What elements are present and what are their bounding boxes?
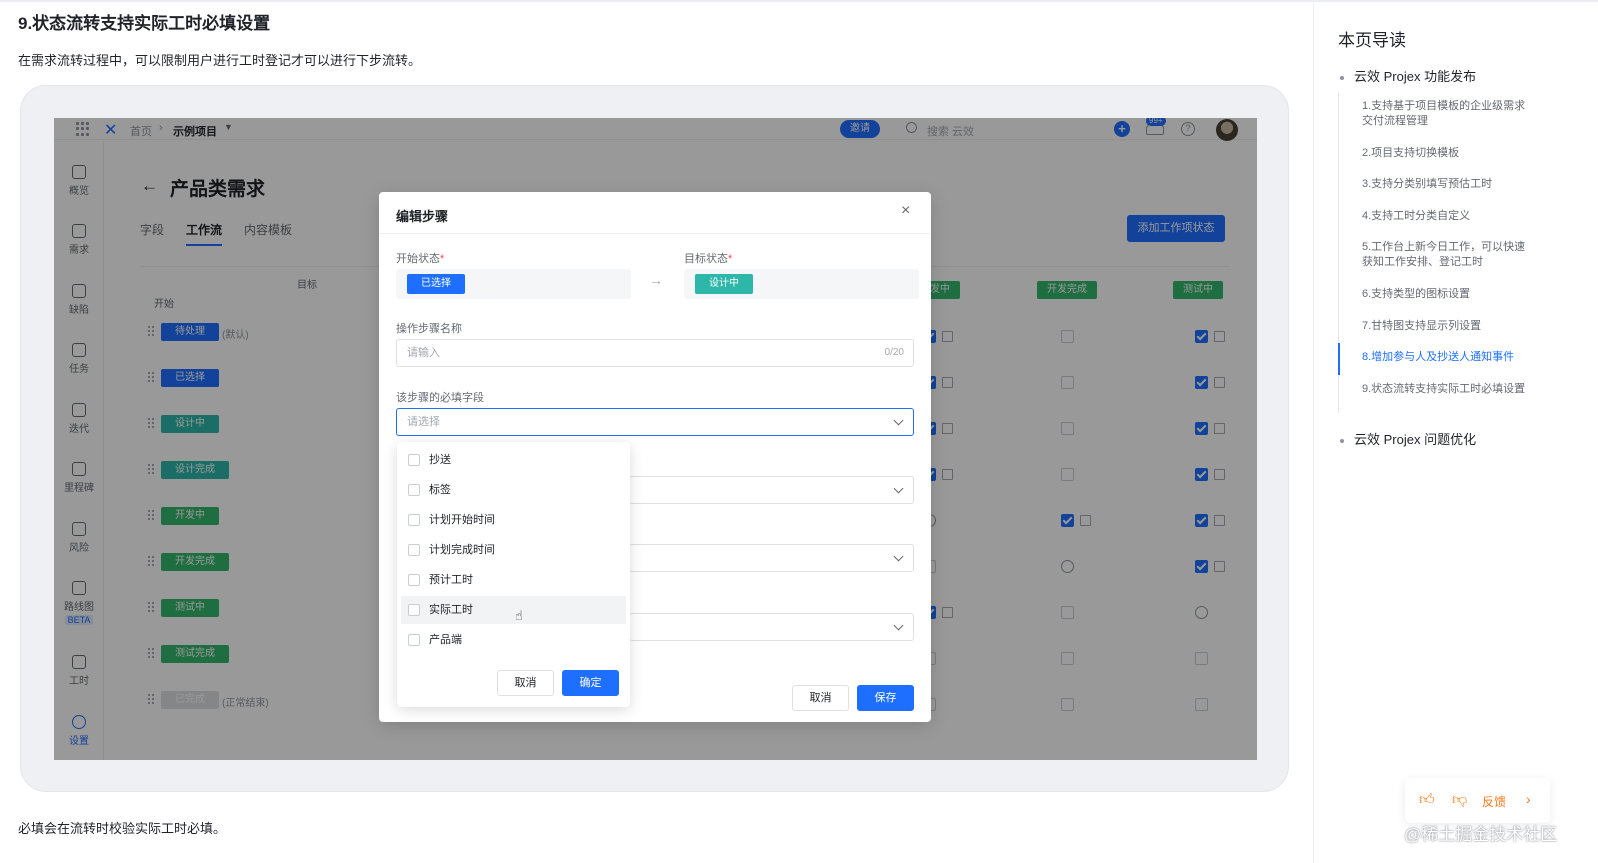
feedback-bar: 👍︎ 👎︎ 反馈 ›: [1405, 778, 1550, 823]
start-state-label-text: 开始状态: [396, 253, 440, 265]
toc-item[interactable]: 7.甘特图支持显示列设置: [1362, 319, 1532, 334]
required-fields-placeholder: 请选择: [407, 416, 440, 428]
toc-title: 本页导读: [1338, 31, 1406, 50]
chevron-down-icon: [893, 551, 904, 562]
toc-item[interactable]: 6.支持类型的图标设置: [1362, 287, 1532, 302]
toc-section-release[interactable]: 云效 Projex 功能发布: [1340, 66, 1476, 85]
chevron-right-icon[interactable]: ›: [1526, 791, 1531, 807]
toc-item[interactable]: 3.支持分类别填写预估工时: [1362, 177, 1532, 192]
watermark: @稀土掘金技术社区: [1404, 825, 1558, 844]
option-cc[interactable]: 抄送: [397, 446, 630, 474]
toc-item[interactable]: 1.支持基于项目模板的企业级需求交付流程管理: [1362, 99, 1532, 129]
bullet-icon: [1340, 438, 1344, 443]
option-label: 抄送: [429, 454, 451, 466]
dialog-title: 编辑步骤: [396, 209, 449, 224]
section-heading: 9.状态流转支持实际工时必填设置: [18, 14, 271, 33]
toc-item-active[interactable]: 8.增加参与人及抄送人通知事件: [1362, 350, 1532, 365]
arrow-right-icon: →: [649, 272, 663, 288]
required-fields-label: 该步骤的必填字段: [396, 392, 484, 404]
select-field[interactable]: [629, 476, 914, 504]
option-label: 实际工时: [429, 604, 473, 616]
dropdown-cancel-button[interactable]: 取消: [497, 670, 554, 696]
option-product[interactable]: 产品端: [397, 626, 630, 654]
projex-app: ✕ 首页 › 示例项目 ▼ 邀请 搜索 云效 + 99+ ? 概览 需求 缺陷 …: [54, 118, 1257, 760]
start-state-field[interactable]: 已选择: [396, 269, 631, 299]
target-state-label-text: 目标状态: [684, 253, 728, 265]
dialog-divider: [379, 233, 931, 234]
select-field[interactable]: [629, 544, 914, 572]
intro-paragraph: 在需求流转过程中，可以限制用户进行工时登记才可以进行下步流转。: [18, 53, 422, 68]
option-label: 计划开始时间: [429, 514, 495, 526]
step-name-label: 操作步骤名称: [396, 323, 462, 335]
chevron-down-icon: [893, 483, 904, 494]
hand-cursor-icon: ☝: [515, 608, 523, 623]
toc-item[interactable]: 9.状态流转支持实际工时必填设置: [1362, 382, 1532, 397]
bullet-icon: [1340, 75, 1344, 80]
dropdown-confirm-button[interactable]: 确定: [562, 670, 619, 696]
checkbox[interactable]: [408, 514, 420, 526]
screenshot-frame: ✕ 首页 › 示例项目 ▼ 邀请 搜索 云效 + 99+ ? 概览 需求 缺陷 …: [20, 85, 1289, 792]
required-mark: *: [728, 253, 733, 265]
option-plan-finish[interactable]: 计划完成时间: [397, 536, 630, 564]
required-fields-dropdown: 抄送 标签 计划开始时间 计划完成时间 预计工时 实际工时 产品端 取消 确定: [397, 442, 630, 707]
step-name-placeholder: 请输入: [407, 347, 440, 359]
save-button[interactable]: 保存: [857, 685, 914, 711]
checkbox[interactable]: [408, 454, 420, 466]
toc-item[interactable]: 2.项目支持切换模板: [1362, 146, 1532, 161]
toc-section-fixes[interactable]: 云效 Projex 问题优化: [1340, 429, 1476, 448]
option-actual-hours[interactable]: 实际工时: [401, 596, 626, 624]
select-field[interactable]: [629, 613, 914, 641]
chevron-down-icon: [893, 620, 904, 631]
checkbox[interactable]: [408, 634, 420, 646]
checkbox[interactable]: [408, 544, 420, 556]
option-tags[interactable]: 标签: [397, 476, 630, 504]
checkbox[interactable]: [408, 484, 420, 496]
thumb-up-icon[interactable]: 👍︎: [1419, 791, 1435, 809]
target-state-label: 目标状态*: [684, 250, 732, 266]
checkbox[interactable]: [408, 574, 420, 586]
toc-active-indicator: [1338, 343, 1340, 375]
feedback-link[interactable]: 反馈: [1482, 793, 1506, 810]
edit-step-dialog: 编辑步骤 × 开始状态* 已选择 → 目标状态* 设计中 操作步骤名称 请输入 …: [379, 192, 931, 722]
start-state-label: 开始状态*: [396, 250, 444, 266]
thumb-down-icon[interactable]: 👎︎: [1452, 791, 1467, 809]
step-name-input[interactable]: 请输入 0/20: [396, 339, 914, 367]
toc-section-label: 云效 Projex 功能发布: [1354, 69, 1477, 84]
step-name-counter: 0/20: [884, 347, 904, 358]
option-plan-start[interactable]: 计划开始时间: [397, 506, 630, 534]
cancel-button[interactable]: 取消: [792, 685, 849, 711]
toc-section-label: 云效 Projex 问题优化: [1354, 432, 1477, 447]
start-state-pill: 已选择: [407, 274, 465, 294]
chevron-down-icon: [893, 415, 904, 426]
required-mark: *: [440, 253, 445, 265]
option-label: 标签: [429, 484, 451, 496]
option-label: 产品端: [429, 634, 462, 646]
close-icon[interactable]: ×: [901, 202, 910, 220]
toc-item[interactable]: 4.支持工时分类自定义: [1362, 209, 1532, 224]
option-estimated-hours[interactable]: 预计工时: [397, 566, 630, 594]
checkbox[interactable]: [408, 604, 420, 616]
option-label: 预计工时: [429, 574, 473, 586]
doc-page: 9.状态流转支持实际工时必填设置 在需求流转过程中，可以限制用户进行工时登记才可…: [0, 0, 1598, 863]
outro-paragraph: 必填会在流转时校验实际工时必填。: [18, 821, 227, 836]
toc-item[interactable]: 5.工作台上新今日工作，可以快速获知工作安排、登记工时: [1362, 240, 1532, 270]
required-fields-select[interactable]: 请选择: [396, 408, 914, 436]
target-state-field[interactable]: 设计中: [684, 269, 919, 299]
page-toc: 本页导读 云效 Projex 功能发布 1.支持基于项目模板的企业级需求交付流程…: [1313, 0, 1598, 863]
target-state-pill: 设计中: [695, 274, 753, 294]
option-label: 计划完成时间: [429, 544, 495, 556]
